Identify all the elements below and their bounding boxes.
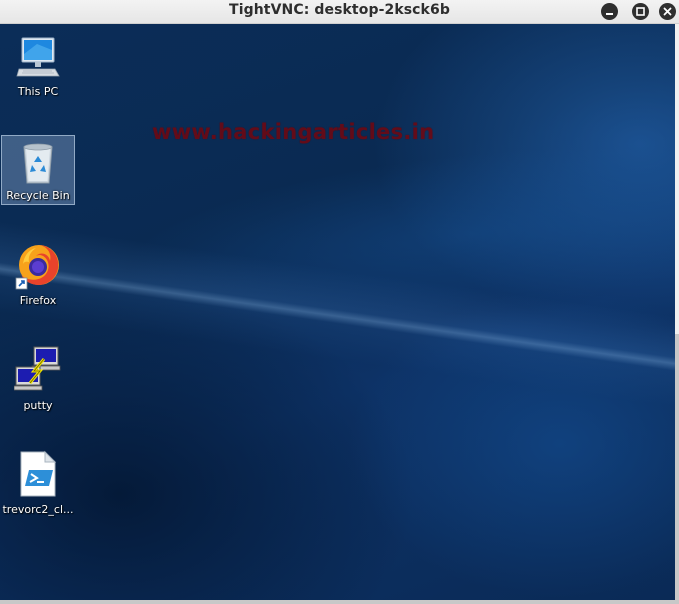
close-icon (663, 7, 672, 16)
desktop-icon-firefox[interactable]: Firefox (1, 239, 75, 309)
desktop-icon-this-pc[interactable]: This PC (1, 30, 75, 100)
desktop-icon-label: putty (23, 399, 53, 412)
desktop-icon-label: Firefox (19, 294, 57, 307)
desktop-icon-putty[interactable]: putty (1, 343, 75, 413)
vertical-scrollbar-thumb[interactable] (675, 24, 679, 334)
powershell-script-icon (20, 450, 57, 497)
computer-icon (16, 37, 60, 77)
desktop-icon-trevorc2-script[interactable]: trevorc2_cl... (1, 446, 75, 516)
firefox-icon (15, 245, 59, 290)
wallpaper-light-beam (0, 217, 675, 421)
maximize-button[interactable] (632, 3, 649, 20)
desktop-icon-label: trevorc2_cl... (2, 503, 74, 516)
remote-desktop[interactable]: This PC Recycle Bin Firefox putty trevor… (0, 24, 675, 604)
desktop-icon-recycle-bin[interactable]: Recycle Bin (1, 135, 75, 205)
close-button[interactable] (659, 3, 676, 20)
recycle-bin-icon (23, 143, 53, 184)
vnc-window: TightVNC: desktop-2ksck6b This PC Recycl… (0, 0, 679, 604)
desktop-icon-label: Recycle Bin (6, 189, 70, 202)
horizontal-scrollbar[interactable] (0, 600, 679, 604)
minimize-icon (606, 13, 613, 15)
minimize-button[interactable] (601, 3, 618, 20)
maximize-icon (636, 7, 645, 16)
putty-icon (14, 346, 61, 391)
desktop-icon-label: This PC (17, 85, 59, 98)
wallpaper-light-glow (113, 117, 675, 351)
watermark-text: www.hackingarticles.in (152, 120, 435, 144)
title-bar[interactable]: TightVNC: desktop-2ksck6b (0, 0, 679, 24)
window-title: TightVNC: desktop-2ksck6b (229, 2, 450, 18)
